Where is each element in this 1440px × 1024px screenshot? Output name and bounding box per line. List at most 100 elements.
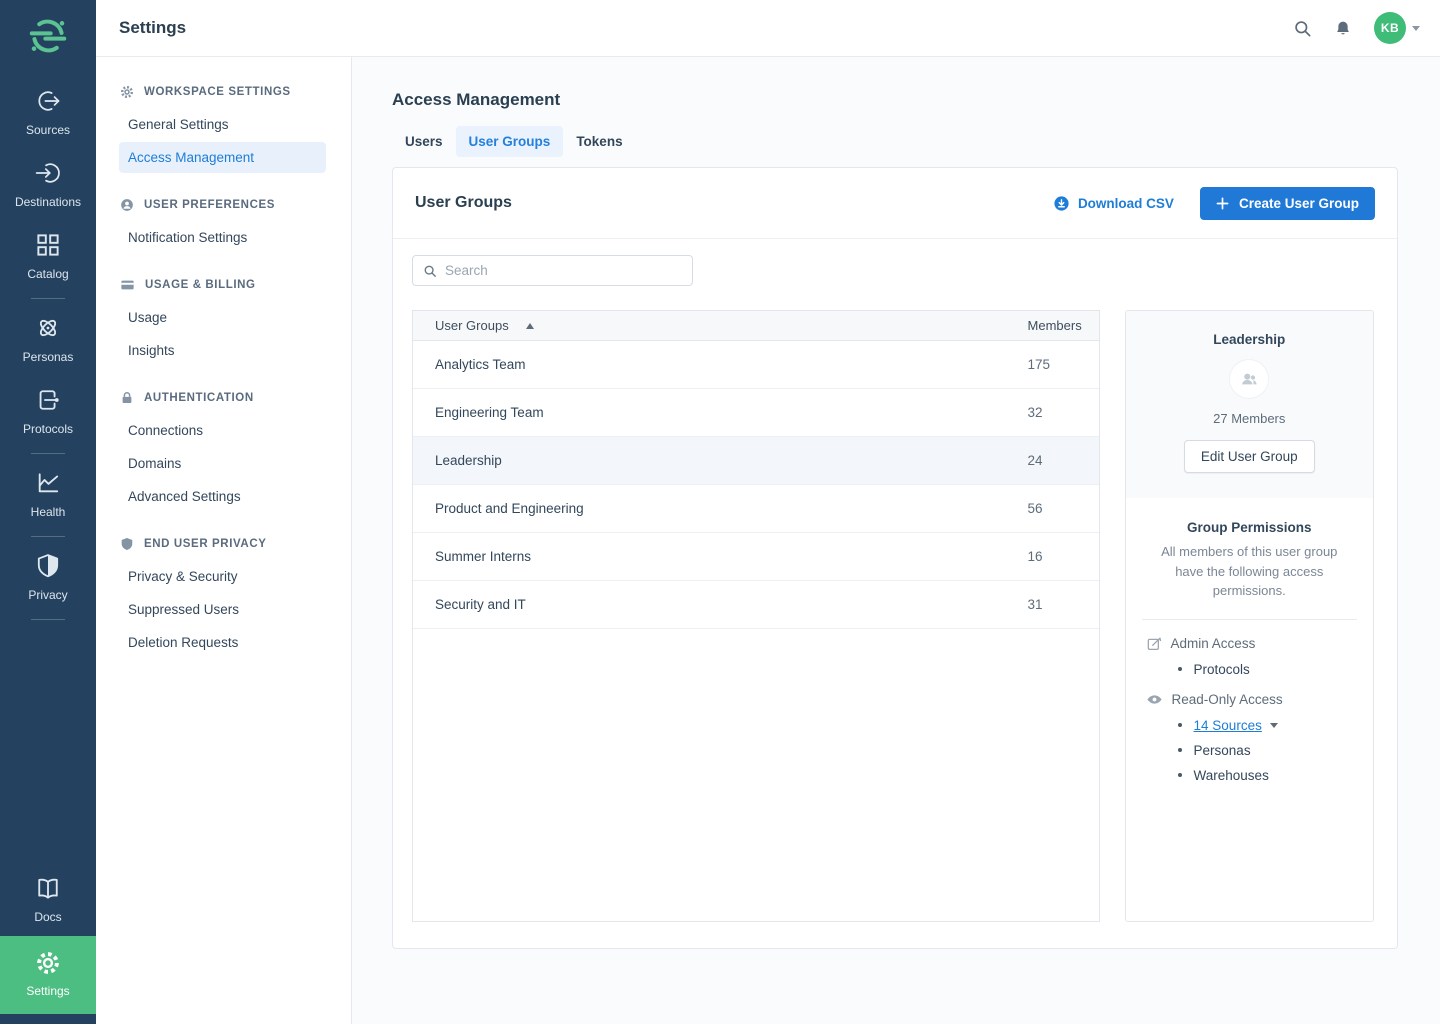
catalog-icon bbox=[34, 231, 62, 259]
subnav-item-connections[interactable]: Connections bbox=[119, 415, 326, 446]
group-avatar bbox=[1230, 360, 1268, 398]
sidebar-item-catalog[interactable]: Catalog bbox=[0, 221, 96, 293]
member-count: 175 bbox=[1028, 357, 1099, 372]
privacy-shield-icon bbox=[34, 552, 62, 580]
protocols-icon bbox=[34, 386, 62, 414]
section-label: END USER PRIVACY bbox=[144, 538, 267, 550]
subnav-item-access-management[interactable]: Access Management bbox=[119, 142, 326, 173]
settings-gear-icon bbox=[35, 950, 61, 976]
sidebar-item-label: Protocols bbox=[23, 422, 73, 436]
sidebar-item-label: Destinations bbox=[15, 195, 81, 209]
sidebar-item-destinations[interactable]: Destinations bbox=[0, 149, 96, 221]
notifications-bell-icon[interactable] bbox=[1334, 19, 1352, 38]
sidebar-divider bbox=[31, 453, 65, 454]
table-row[interactable]: Summer Interns 16 bbox=[413, 533, 1099, 581]
sidebar-item-personas[interactable]: Personas bbox=[0, 304, 96, 376]
subnav-item-privacy-security[interactable]: Privacy & Security bbox=[119, 561, 326, 592]
subnav-item-suppressed-users[interactable]: Suppressed Users bbox=[119, 594, 326, 625]
destinations-icon bbox=[34, 159, 62, 187]
sidebar-divider bbox=[31, 536, 65, 537]
chevron-down-icon[interactable] bbox=[1270, 723, 1278, 728]
sidebar-item-label: Catalog bbox=[27, 267, 68, 281]
table-row[interactable]: Product and Engineering 56 bbox=[413, 485, 1099, 533]
edit-pencil-icon bbox=[1146, 636, 1162, 652]
plus-icon bbox=[1216, 197, 1229, 210]
sources-count-link[interactable]: 14 Sources bbox=[1194, 718, 1262, 733]
download-csv-label: Download CSV bbox=[1078, 196, 1174, 211]
download-circle-icon bbox=[1053, 195, 1070, 212]
table-row[interactable]: Engineering Team 32 bbox=[413, 389, 1099, 437]
subnav-item-domains[interactable]: Domains bbox=[119, 448, 326, 479]
top-header: Settings KB bbox=[96, 0, 1440, 57]
lock-icon bbox=[120, 391, 134, 405]
chevron-down-icon bbox=[1412, 26, 1420, 31]
sort-ascending-icon[interactable] bbox=[526, 323, 534, 329]
column-header-user-groups[interactable]: User Groups bbox=[435, 318, 509, 333]
column-header-members[interactable]: Members bbox=[1028, 318, 1099, 333]
card-title: User Groups bbox=[415, 194, 512, 212]
search-box[interactable] bbox=[412, 255, 693, 286]
download-csv-button[interactable]: Download CSV bbox=[1053, 195, 1174, 212]
sidebar-item-label: Health bbox=[31, 505, 66, 519]
sidebar-item-label: Personas bbox=[23, 350, 74, 364]
sidebar-item-privacy[interactable]: Privacy bbox=[0, 542, 96, 614]
card-header: User Groups Download CSV bbox=[393, 168, 1397, 239]
sidebar-item-health[interactable]: Health bbox=[0, 459, 96, 531]
user-circle-icon bbox=[120, 198, 134, 212]
tab-users[interactable]: Users bbox=[392, 126, 456, 157]
table-row-selected[interactable]: Leadership 24 bbox=[413, 437, 1099, 485]
user-menu[interactable]: KB bbox=[1374, 12, 1420, 44]
sidebar-item-sources[interactable]: Sources bbox=[0, 77, 96, 149]
personas-icon bbox=[34, 314, 62, 342]
subnav-item-usage[interactable]: Usage bbox=[119, 302, 326, 333]
tab-user-groups[interactable]: User Groups bbox=[456, 126, 564, 157]
table-row[interactable]: Security and IT 31 bbox=[413, 581, 1099, 629]
subnav-item-notification-settings[interactable]: Notification Settings bbox=[119, 222, 326, 253]
admin-access-label: Admin Access bbox=[1171, 636, 1256, 651]
group-summary: Leadership 27 Members bbox=[1126, 311, 1373, 498]
permission-item: Protocols bbox=[1178, 662, 1359, 677]
page-title: Access Management bbox=[392, 90, 1398, 110]
subnav-item-insights[interactable]: Insights bbox=[119, 335, 326, 366]
subnav-section-usage-billing: USAGE & BILLING Usage Insights bbox=[96, 278, 351, 366]
subnav-item-deletion-requests[interactable]: Deletion Requests bbox=[119, 627, 326, 658]
user-groups-table: User Groups Members Analytics Team 175 E… bbox=[412, 310, 1100, 922]
group-detail-panel: Leadership 27 Members bbox=[1125, 310, 1374, 922]
settings-subnav: WORKSPACE SETTINGS General Settings Acce… bbox=[96, 57, 352, 1024]
group-permissions: Group Permissions All members of this us… bbox=[1126, 498, 1373, 783]
permissions-title: Group Permissions bbox=[1140, 520, 1359, 535]
subnav-item-general-settings[interactable]: General Settings bbox=[119, 109, 326, 140]
sources-icon bbox=[34, 87, 62, 115]
group-name: Summer Interns bbox=[435, 549, 531, 564]
avatar[interactable]: KB bbox=[1374, 12, 1406, 44]
member-count: 56 bbox=[1028, 501, 1099, 516]
health-icon bbox=[34, 469, 62, 497]
search-input[interactable] bbox=[445, 263, 682, 278]
create-user-group-button[interactable]: Create User Group bbox=[1200, 187, 1375, 220]
search-icon bbox=[423, 264, 437, 278]
group-name: Engineering Team bbox=[435, 405, 544, 420]
member-count: 31 bbox=[1028, 597, 1099, 612]
sidebar-item-settings[interactable]: Settings bbox=[0, 936, 96, 1014]
sidebar-item-docs[interactable]: Docs bbox=[0, 864, 96, 936]
gear-icon bbox=[120, 85, 134, 99]
subnav-section-end-user-privacy: END USER PRIVACY Privacy & Security Supp… bbox=[96, 537, 351, 658]
sidebar-item-protocols[interactable]: Protocols bbox=[0, 376, 96, 448]
group-member-count: 27 Members bbox=[1142, 411, 1357, 426]
section-label: WORKSPACE SETTINGS bbox=[144, 86, 291, 98]
create-user-group-label: Create User Group bbox=[1239, 196, 1359, 211]
group-name: Product and Engineering bbox=[435, 501, 584, 516]
app-sidebar: Sources Destinations Catalog bbox=[0, 0, 96, 1024]
group-name: Security and IT bbox=[435, 597, 526, 612]
tab-tokens[interactable]: Tokens bbox=[563, 126, 635, 157]
sidebar-item-label: Settings bbox=[26, 984, 69, 998]
table-row[interactable]: Analytics Team 175 bbox=[413, 341, 1099, 389]
search-icon[interactable] bbox=[1293, 19, 1312, 38]
eye-icon bbox=[1146, 691, 1163, 708]
subnav-item-advanced-settings[interactable]: Advanced Settings bbox=[119, 481, 326, 512]
edit-user-group-button[interactable]: Edit User Group bbox=[1184, 440, 1315, 473]
sidebar-item-label: Sources bbox=[26, 123, 70, 137]
segment-logo-icon[interactable] bbox=[27, 15, 69, 57]
people-icon bbox=[1238, 368, 1260, 390]
sidebar-item-label: Docs bbox=[34, 910, 61, 924]
